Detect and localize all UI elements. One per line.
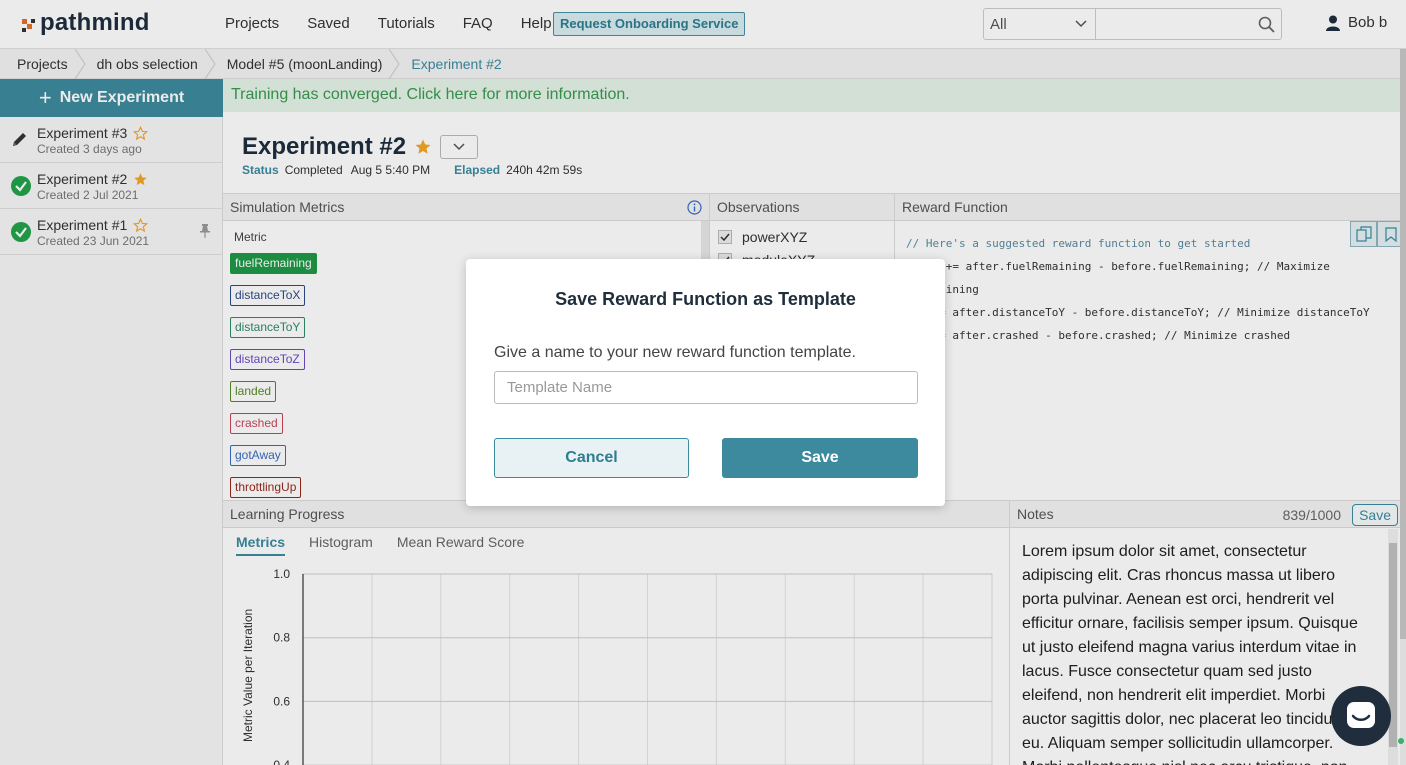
- chat-icon: [1347, 702, 1375, 728]
- save-template-dialog: Save Reward Function as Template Give a …: [466, 259, 945, 506]
- dialog-description: Give a name to your new reward function …: [494, 344, 856, 361]
- chat-launcher-button[interactable]: [1331, 686, 1391, 746]
- template-name-input[interactable]: [494, 371, 918, 404]
- dialog-title: Save Reward Function as Template: [555, 289, 856, 309]
- cancel-button[interactable]: Cancel: [494, 438, 689, 478]
- online-status-dot: [1398, 738, 1404, 744]
- save-button[interactable]: Save: [722, 438, 918, 478]
